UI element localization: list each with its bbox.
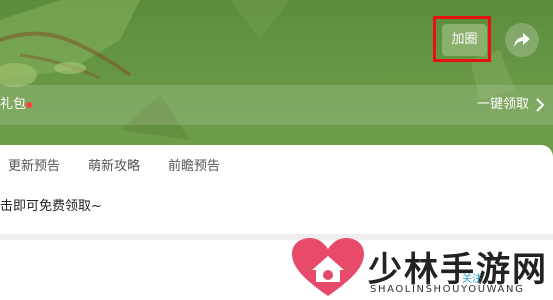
content-panel: 更新预告 萌新攻略 前瞻预告 击即可免费领取~ (0, 145, 553, 235)
gift-bar: 礼包 一键领取 (0, 85, 553, 125)
tab-newbie-guide[interactable]: 萌新攻略 (88, 157, 140, 177)
gift-message: 击即可免费领取~ (0, 199, 102, 214)
watermark-subtitle: SHAOLINSHOUYOUWANG (370, 284, 525, 295)
watermark-follow: 关注 (462, 274, 482, 285)
heart-house-logo-icon (292, 238, 364, 296)
share-arrow-icon (514, 33, 530, 47)
notification-dot (26, 102, 32, 108)
section-divider (0, 234, 553, 240)
claim-all-link[interactable]: 一键领取 (477, 96, 529, 114)
join-circle-button[interactable]: 加圈 (442, 24, 487, 56)
share-button[interactable] (505, 23, 539, 57)
gift-label: 礼包 (0, 97, 27, 112)
tab-preview[interactable]: 前瞻预告 (168, 157, 220, 177)
tab-update-preview[interactable]: 更新预告 (8, 157, 60, 177)
chevron-right-icon[interactable] (535, 98, 545, 112)
